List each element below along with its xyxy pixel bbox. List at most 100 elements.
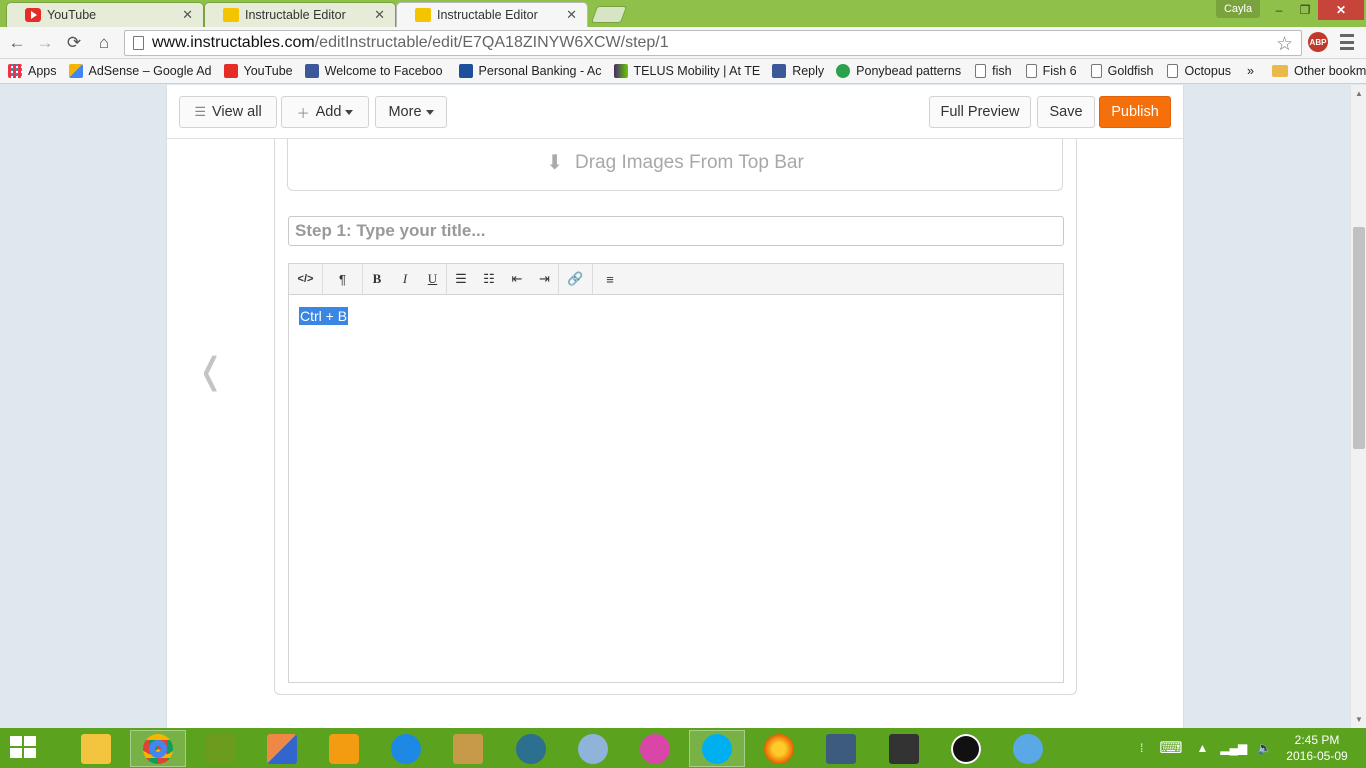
volume-icon[interactable]: 🔈 bbox=[1257, 741, 1272, 755]
browser-menu-icon[interactable] bbox=[1340, 34, 1354, 50]
taskbar-media-player[interactable] bbox=[316, 730, 372, 767]
bookmark-ponybead[interactable]: Ponybead patterns bbox=[836, 64, 961, 78]
forward-button[interactable]: → bbox=[34, 32, 56, 54]
tab-instructable-editor-1[interactable]: Instructable Editor ✕ bbox=[204, 2, 396, 27]
arrow-down-icon: ⬇ bbox=[546, 152, 563, 174]
bookmark-facebook[interactable]: Welcome to Faceboo bbox=[304, 64, 443, 78]
tab-title: Instructable Editor bbox=[245, 8, 346, 22]
image-drop-zone[interactable]: ⬇ Drag Images From Top Bar bbox=[287, 135, 1063, 191]
address-bar[interactable]: www.instructables.com/editInstructable/e… bbox=[124, 30, 1302, 56]
minimize-button[interactable]: – bbox=[1266, 0, 1292, 20]
bookmark-label: Octopus bbox=[1184, 64, 1232, 78]
bookmark-goldfish[interactable]: Goldfish bbox=[1090, 64, 1153, 78]
bookmark-fish-6[interactable]: Fish 6 bbox=[1025, 64, 1077, 78]
taskbar-app-eye[interactable] bbox=[565, 730, 621, 767]
save-button[interactable]: Save bbox=[1037, 96, 1095, 128]
page-scrollbar[interactable]: ▲ ▼ bbox=[1350, 85, 1366, 728]
step-title-input[interactable]: Step 1: Type your title... bbox=[288, 216, 1064, 246]
taskbar-app-m[interactable] bbox=[378, 730, 434, 767]
scroll-up-icon[interactable]: ▲ bbox=[1355, 89, 1363, 98]
app-icon bbox=[578, 733, 608, 764]
restore-button[interactable]: ❐ bbox=[1292, 0, 1318, 20]
taskbar-clock[interactable]: 2:45 PM 2016-05-09 bbox=[1284, 732, 1350, 764]
page-viewport: ⬇ Drag Images From Top Bar Step 1: Type … bbox=[0, 85, 1350, 728]
bookmark-banking[interactable]: Personal Banking - Ac bbox=[458, 64, 602, 78]
network-signal-icon[interactable]: ▂▄▆ bbox=[1220, 741, 1247, 755]
keyboard-icon[interactable]: ⌨ bbox=[1159, 738, 1182, 758]
scrollbar-thumb[interactable] bbox=[1353, 227, 1365, 449]
taskbar-itunes[interactable] bbox=[627, 730, 683, 767]
publish-button[interactable]: Publish bbox=[1099, 96, 1171, 128]
taskbar-file-explorer[interactable] bbox=[68, 730, 124, 767]
bookmark-label: TELUS Mobility | At TE bbox=[633, 64, 761, 78]
taskbar-app-temple[interactable] bbox=[440, 730, 496, 767]
bookmark-fish[interactable]: fish bbox=[975, 64, 1012, 78]
link-button[interactable]: 🔗 bbox=[559, 264, 593, 294]
taskbar-skype[interactable] bbox=[689, 730, 745, 767]
taskbar-safari[interactable] bbox=[1000, 730, 1056, 767]
step-body-editor[interactable]: Ctrl + B bbox=[288, 295, 1064, 683]
adblock-plus-icon[interactable]: ABP bbox=[1308, 32, 1328, 52]
other-bookmarks[interactable]: Other bookmarks bbox=[1272, 64, 1366, 78]
bookmark-telus[interactable]: TELUS Mobility | At TE bbox=[613, 64, 761, 78]
close-window-button[interactable]: ✕ bbox=[1318, 0, 1364, 20]
bookmark-label: Apps bbox=[28, 64, 57, 78]
more-button[interactable]: More bbox=[375, 96, 447, 128]
indent-button[interactable]: ⇥ bbox=[531, 264, 559, 294]
outdent-button[interactable]: ⇤ bbox=[503, 264, 531, 294]
taskbar-remote-desktop[interactable] bbox=[813, 730, 869, 767]
bold-button[interactable]: B bbox=[363, 264, 391, 294]
bookmark-youtube[interactable]: YouTube bbox=[223, 64, 293, 78]
taskbar-hypercam[interactable] bbox=[876, 730, 932, 767]
home-button[interactable]: ⌂ bbox=[93, 32, 115, 54]
reload-button[interactable]: ⟳ bbox=[63, 32, 85, 54]
app-w-icon bbox=[206, 733, 236, 764]
full-preview-button[interactable]: Full Preview bbox=[929, 96, 1031, 128]
numbered-list-button[interactable]: ☷ bbox=[475, 264, 503, 294]
outdent-icon: ⇤ bbox=[511, 271, 523, 286]
rich-text-toolbar: </> ¶ B I U ☰ ☷ ⇤ ⇥ 🔗 ≡ bbox=[288, 263, 1064, 295]
bookmark-label: Welcome to Faceboo bbox=[324, 64, 443, 78]
tab-title: Instructable Editor bbox=[437, 8, 538, 22]
clock-date: 2016-05-09 bbox=[1286, 749, 1348, 763]
taskbar-app-w[interactable] bbox=[193, 730, 249, 767]
bookmark-label: Ponybead patterns bbox=[856, 64, 962, 78]
bookmark-reply[interactable]: Reply bbox=[772, 64, 824, 78]
profile-button[interactable]: Cayla bbox=[1216, 0, 1260, 18]
scroll-down-icon[interactable]: ▼ bbox=[1355, 715, 1363, 724]
facebook-icon bbox=[304, 64, 319, 78]
bookmark-apps[interactable]: Apps bbox=[8, 64, 57, 78]
previous-step-arrow-icon[interactable]: ‹ bbox=[202, 315, 219, 420]
new-tab-button[interactable] bbox=[590, 6, 628, 23]
taskbar-video-player[interactable] bbox=[938, 730, 994, 767]
align-button[interactable]: ≡ bbox=[593, 264, 627, 294]
browser-toolbar: ← → ⟳ ⌂ www.instructables.com/editInstru… bbox=[0, 27, 1366, 59]
tab-instructable-editor-2[interactable]: Instructable Editor ✕ bbox=[396, 2, 588, 27]
bookmark-adsense[interactable]: AdSense – Google Ad bbox=[68, 64, 212, 78]
taskbar-video-app[interactable] bbox=[503, 730, 559, 767]
bullet-list-button[interactable]: ☰ bbox=[447, 264, 475, 294]
html-button[interactable]: </> bbox=[289, 264, 323, 294]
bookmark-label: Other bookmarks bbox=[1294, 64, 1366, 78]
facebook-icon bbox=[772, 64, 787, 78]
add-button[interactable]: ＋ Add bbox=[281, 96, 369, 128]
tab-youtube[interactable]: YouTube ✕ bbox=[6, 2, 204, 27]
bookmark-octopus[interactable]: Octopus bbox=[1167, 64, 1231, 78]
taskbar-chrome[interactable] bbox=[130, 730, 186, 767]
close-tab-icon[interactable]: ✕ bbox=[566, 7, 577, 23]
italic-button[interactable]: I bbox=[391, 264, 419, 294]
bank-icon bbox=[458, 64, 473, 78]
bookmark-star-icon[interactable]: ☆ bbox=[1276, 33, 1293, 56]
bookmarks-overflow-button[interactable]: » bbox=[1247, 64, 1254, 78]
paragraph-format-button[interactable]: ¶ bbox=[323, 264, 363, 294]
show-hidden-icons-icon[interactable]: ▲ bbox=[1196, 741, 1208, 755]
plus-icon: ＋ bbox=[296, 105, 310, 121]
back-button[interactable]: ← bbox=[6, 32, 28, 54]
close-tab-icon[interactable]: ✕ bbox=[374, 7, 385, 23]
taskbar-firefox[interactable] bbox=[751, 730, 807, 767]
underline-button[interactable]: U bbox=[419, 264, 447, 294]
close-tab-icon[interactable]: ✕ bbox=[182, 7, 193, 23]
windows-start-button[interactable] bbox=[10, 736, 38, 760]
taskbar-app-colorful[interactable] bbox=[254, 730, 310, 767]
view-all-button[interactable]: ☰ View all bbox=[179, 96, 277, 128]
